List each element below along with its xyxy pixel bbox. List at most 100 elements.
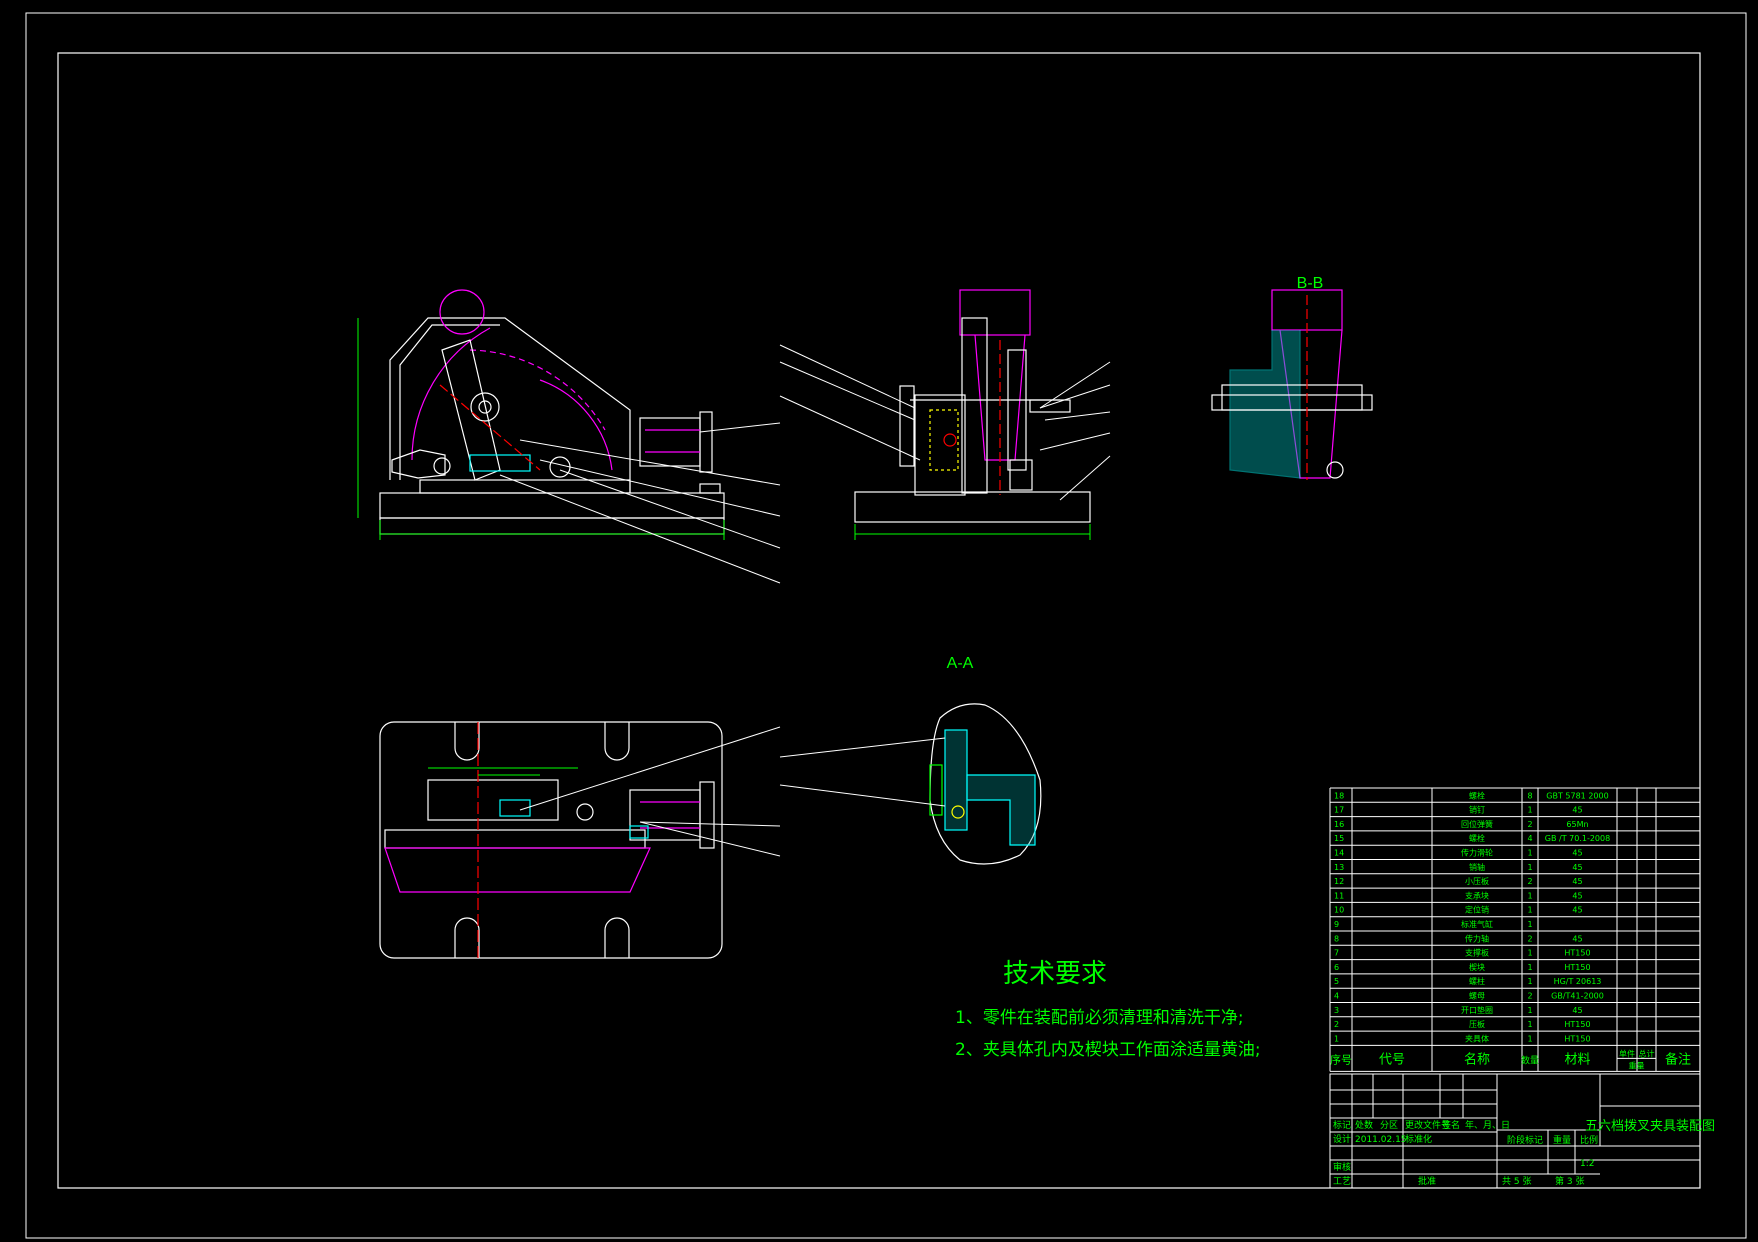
tb-scale-value: 1:2 <box>1580 1159 1594 1169</box>
bom-row-material: 45 <box>1572 891 1582 900</box>
bom-row-material: 45 <box>1572 934 1582 943</box>
bom-row-name: 传力滑轮 <box>1461 848 1493 858</box>
bom-row-name: 标准气缸 <box>1461 919 1493 929</box>
tb-approve: 批准 <box>1418 1175 1436 1187</box>
bom-row-name: 螺栓 <box>1469 833 1485 843</box>
bom-row-no: 13 <box>1334 863 1344 872</box>
bom-row-no: 18 <box>1334 791 1344 800</box>
bom-row-no: 8 <box>1334 934 1339 943</box>
tech-req-item-1: 1、零件在装配前必须清理和清洗干净; <box>955 1008 1244 1028</box>
bom-row-name: 回位弹簧 <box>1461 819 1493 829</box>
bom-row-no: 3 <box>1334 1006 1339 1015</box>
bom-row-name: 销轴 <box>1469 862 1485 872</box>
bom-row-qty: 1 <box>1527 920 1532 929</box>
tb-standardize: 标准化 <box>1405 1133 1432 1145</box>
bom-row-material: 65Mn <box>1566 820 1588 829</box>
bom-row-name: 传力轴 <box>1465 933 1489 943</box>
bom-row-name: 开口垫圈 <box>1461 1005 1493 1015</box>
bom-row-name: 销钉 <box>1469 805 1485 815</box>
bom-header-qty: 数量 <box>1521 1054 1539 1066</box>
tb-scale: 比例 <box>1580 1134 1598 1146</box>
bom-header-remark: 备注 <box>1665 1051 1691 1067</box>
bom-row-qty: 8 <box>1527 791 1532 800</box>
bom-row-no: 2 <box>1334 1020 1339 1029</box>
tb-sign: 签名 <box>1442 1119 1460 1131</box>
tb-zone: 分区 <box>1380 1120 1398 1131</box>
bom-row-material: HT150 <box>1564 1034 1590 1043</box>
bom-row-material: GBT 5781 2000 <box>1546 791 1608 800</box>
bom-row-name: 楔块 <box>1469 962 1485 972</box>
tb-design-date: 2011.02.15 <box>1355 1135 1407 1145</box>
bom-row-name: 小压板 <box>1465 876 1489 886</box>
tb-stage-mark: 阶段标记 <box>1507 1134 1543 1146</box>
bom-row-qty: 2 <box>1527 820 1532 829</box>
bom-header-no: 序号 <box>1330 1052 1352 1066</box>
bom-row-qty: 4 <box>1527 834 1532 843</box>
section-bb-label: B-B <box>1297 275 1324 292</box>
cad-drawing: B-B A-A 技术要求 1、零件在装配前必须清理和清洗干净; 2、夹具体孔内及… <box>0 0 1758 1242</box>
bom-row-qty: 1 <box>1527 1034 1532 1043</box>
drawing-title: 五六档拨叉夹具装配图 <box>1585 1119 1715 1134</box>
bom-row-name: 螺栓 <box>1469 790 1485 800</box>
bom-header-code: 代号 <box>1379 1052 1405 1067</box>
tb-date: 年、月、日 <box>1465 1119 1510 1131</box>
bom-row-no: 14 <box>1334 849 1344 858</box>
tb-count: 处数 <box>1355 1119 1373 1131</box>
bom-row-qty: 2 <box>1527 992 1532 1001</box>
bom-row-material: 45 <box>1572 906 1582 915</box>
bom-row-no: 11 <box>1334 891 1344 900</box>
bom-header-name: 名称 <box>1464 1051 1490 1067</box>
bom-row-no: 4 <box>1334 992 1339 1001</box>
bom-header-single: 单件 <box>1619 1048 1635 1058</box>
bom-row-material: 45 <box>1572 863 1582 872</box>
bom-row-qty: 1 <box>1527 949 1532 958</box>
bom-row-qty: 1 <box>1527 891 1532 900</box>
bom-row-no: 16 <box>1334 820 1344 829</box>
tb-design: 设计 <box>1333 1133 1351 1145</box>
bom-header-material: 材料 <box>1564 1052 1590 1067</box>
bom-row-material: 45 <box>1572 877 1582 886</box>
bom-row-name: 夹具体 <box>1465 1033 1489 1043</box>
bom-row-no: 5 <box>1334 977 1339 986</box>
tb-mark: 标记 <box>1333 1119 1351 1131</box>
bom-row-qty: 1 <box>1527 849 1532 858</box>
bom-row-material: HT150 <box>1564 1020 1590 1029</box>
bom-row-qty: 1 <box>1527 977 1532 986</box>
bom-row-no: 15 <box>1334 834 1344 843</box>
bom-row-no: 12 <box>1334 877 1344 886</box>
bom-header-weight: 重量 <box>1629 1060 1645 1070</box>
bom-row-qty: 1 <box>1527 863 1532 872</box>
bom-row-no: 1 <box>1334 1034 1339 1043</box>
bom-row-material: 45 <box>1572 1006 1582 1015</box>
bom-row-qty: 1 <box>1527 963 1532 972</box>
bom-row-name: 螺母 <box>1469 991 1485 1001</box>
bom-row-qty: 1 <box>1527 906 1532 915</box>
bom-row-qty: 2 <box>1527 934 1532 943</box>
bom-row-name: 压板 <box>1469 1019 1485 1029</box>
tb-sheet-no: 第 3 张 <box>1555 1175 1584 1187</box>
bom-row-no: 9 <box>1334 920 1339 929</box>
bom-row-no: 10 <box>1334 906 1344 915</box>
tech-req-item-2: 2、夹具体孔内及楔块工作面涂适量黄油; <box>955 1040 1261 1060</box>
bom-row-material: 45 <box>1572 849 1582 858</box>
bom-row-qty: 1 <box>1527 806 1532 815</box>
bom-row-material: HT150 <box>1564 963 1590 972</box>
tb-check: 审核 <box>1333 1161 1351 1173</box>
bom-row-no: 7 <box>1334 949 1339 958</box>
bom-row-name: 螺柱 <box>1469 976 1485 986</box>
bom-row-qty: 1 <box>1527 1020 1532 1029</box>
bom-row-material: GB/T41-2000 <box>1551 992 1604 1001</box>
section-aa-label: A-A <box>947 655 974 672</box>
bom-row-material: GB /T 70.1-2008 <box>1545 834 1610 843</box>
bom-row-name: 定位销 <box>1465 905 1489 915</box>
bom-row-no: 17 <box>1334 806 1344 815</box>
bom-row-name: 支撑板 <box>1465 948 1489 958</box>
tb-sheets-total: 共 5 张 <box>1502 1176 1531 1187</box>
bom-header-total: 总计 <box>1639 1048 1655 1058</box>
bom-row-material: HG/T 20613 <box>1554 977 1602 986</box>
bom-row-material: HT150 <box>1564 949 1590 958</box>
bom-row-name: 支承块 <box>1465 890 1489 900</box>
bom-row-qty: 1 <box>1527 1006 1532 1015</box>
bom-row-no: 6 <box>1334 963 1339 972</box>
tech-req-title: 技术要求 <box>1003 959 1107 989</box>
